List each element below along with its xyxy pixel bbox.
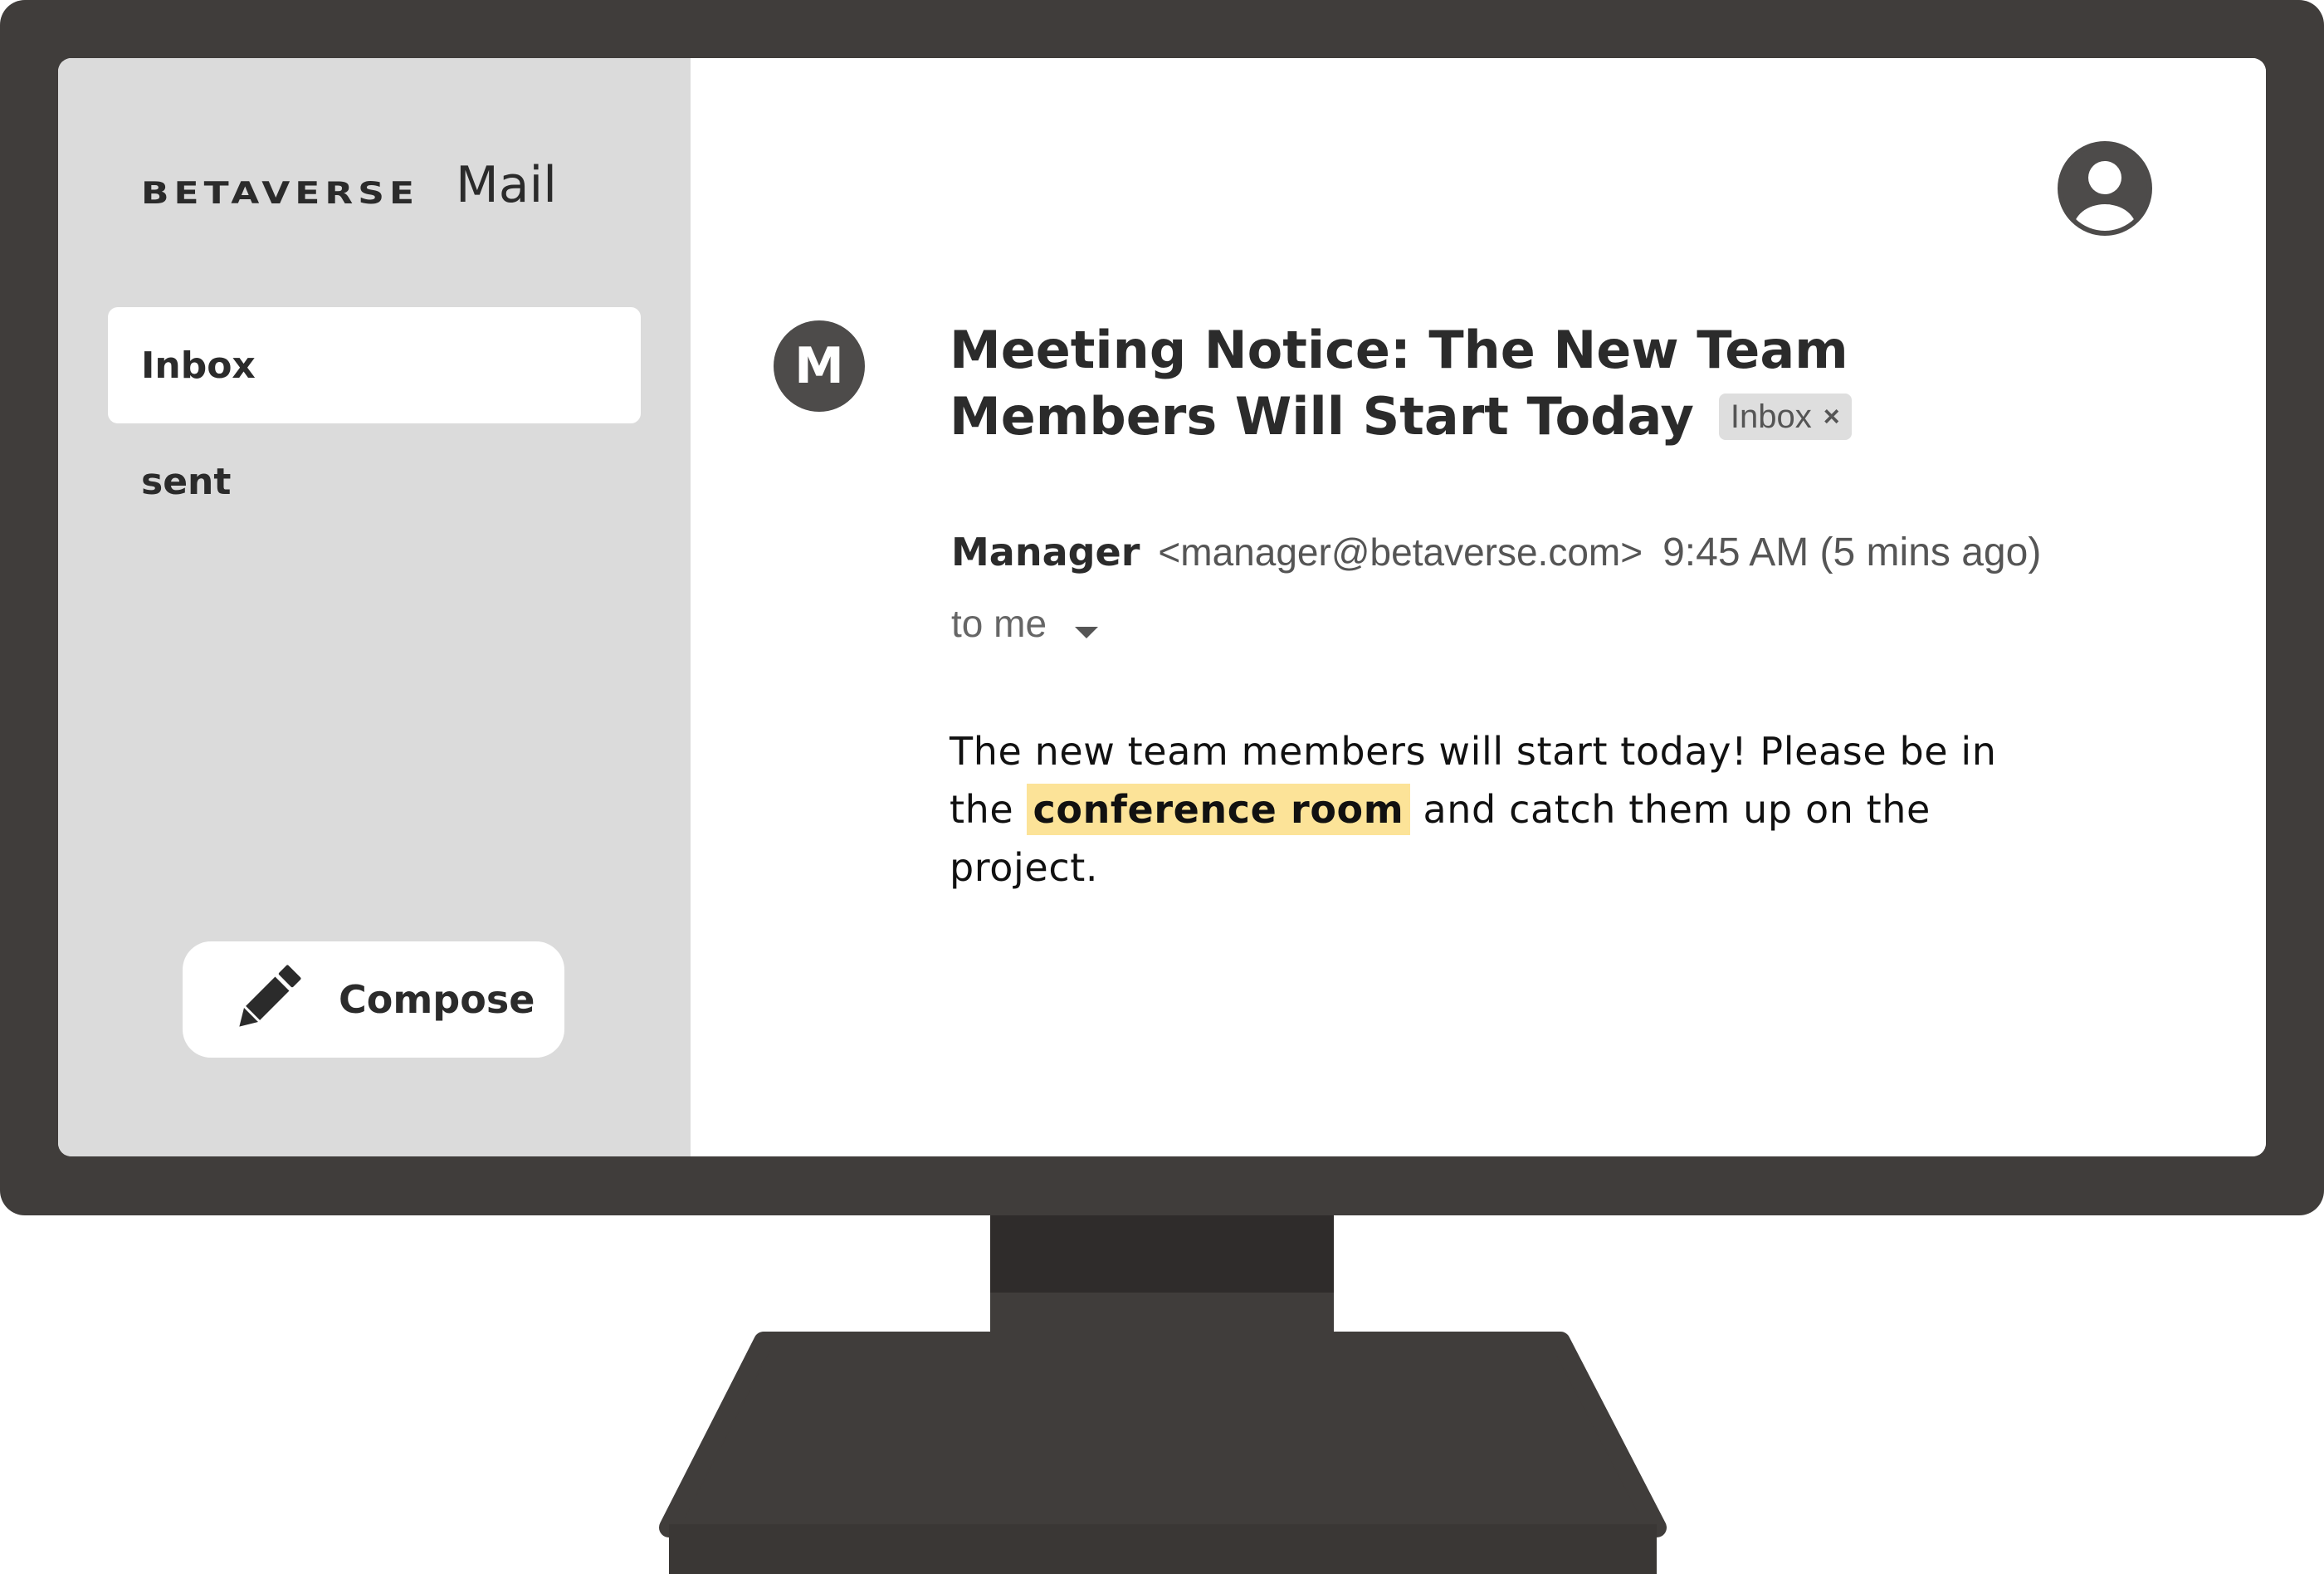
sidebar: BETAVERSE Mail Inbox sent Compose (58, 58, 691, 1156)
sidebar-item-sent[interactable]: sent (108, 423, 641, 540)
mail-app-window: BETAVERSE Mail Inbox sent Compose M Meet… (58, 58, 2266, 1156)
sender-avatar: M (774, 320, 865, 412)
message-body: The new team members will start today! P… (950, 722, 2053, 897)
brand-logo: BETAVERSE (141, 176, 419, 211)
sidebar-item-label: sent (141, 460, 232, 503)
monitor-neck-lower (990, 1293, 1334, 1401)
recipient-label: to me (951, 602, 1047, 645)
sender-initial: M (794, 337, 844, 395)
close-icon[interactable]: × (1824, 384, 1840, 450)
monitor-bezel: BETAVERSE Mail Inbox sent Compose M Meet… (0, 0, 2324, 1215)
app-name: Mail (456, 156, 557, 214)
pencil-icon (232, 962, 304, 1038)
highlighted-phrase: conference room (1026, 784, 1411, 835)
sidebar-item-label: Inbox (141, 344, 256, 387)
message-view: M Meeting Notice: The New Team Members W… (691, 58, 2266, 1156)
compose-button[interactable]: Compose (183, 941, 564, 1058)
monitor: BETAVERSE Mail Inbox sent Compose M Meet… (0, 0, 2324, 1574)
message-timestamp: 9:45 AM (5 mins ago) (1662, 530, 2042, 574)
compose-label: Compose (339, 977, 535, 1022)
sender-name: Manager (951, 530, 1140, 574)
monitor-neck (990, 1215, 1334, 1293)
message-meta: Manager <manager@betaverse.com> 9:45 AM … (951, 530, 2041, 575)
label-chip-text: Inbox (1730, 398, 1812, 435)
sender-email: <manager@betaverse.com> (1158, 530, 1643, 574)
sidebar-item-inbox[interactable]: Inbox (108, 307, 641, 423)
recipient-details-toggle[interactable]: to me (951, 598, 1099, 649)
caret-down-icon (1075, 604, 1099, 649)
subject-text: Meeting Notice: The New Team Members Wil… (950, 320, 1848, 447)
account-circle-icon[interactable] (2058, 141, 2152, 240)
inbox-label-chip: Inbox × (1718, 394, 1852, 440)
app-brand: BETAVERSE Mail (141, 156, 557, 214)
message-subject: Meeting Notice: The New Team Members Wil… (950, 317, 2062, 450)
